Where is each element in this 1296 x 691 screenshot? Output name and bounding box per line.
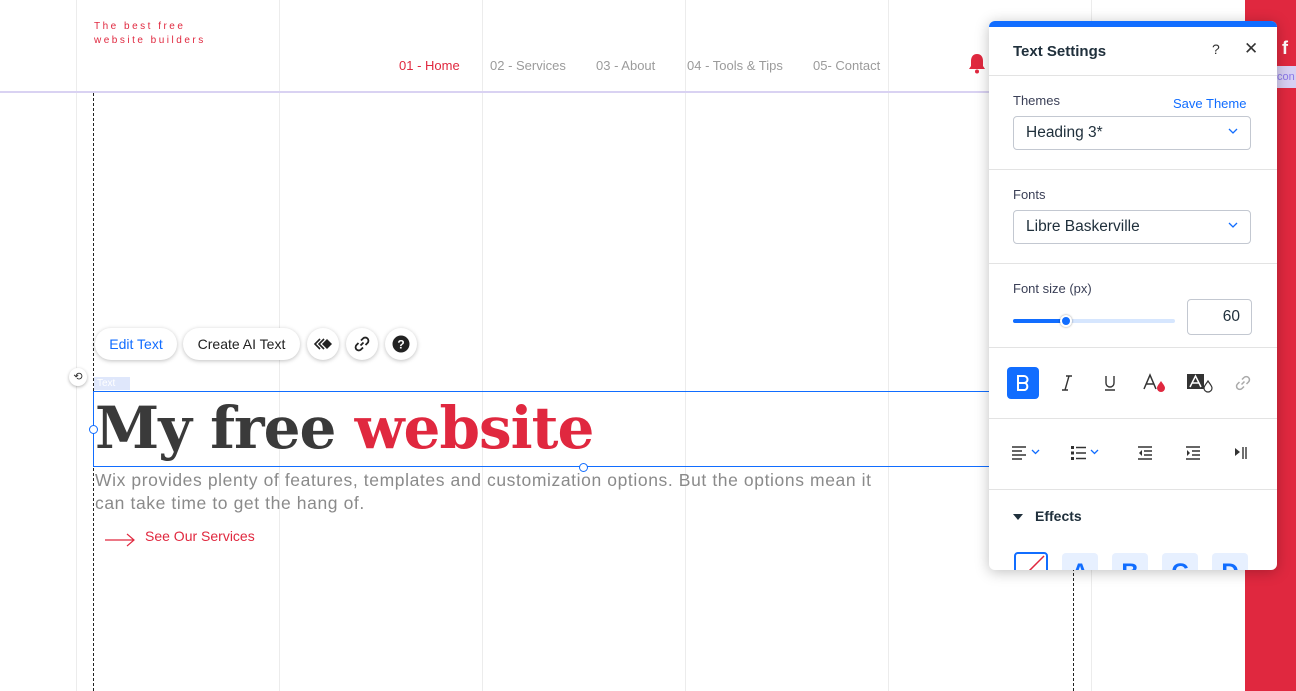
nav-services[interactable]: 02 - Services bbox=[490, 58, 566, 73]
divider bbox=[989, 347, 1277, 348]
theme-dropdown[interactable]: Heading 3* bbox=[1013, 116, 1251, 150]
effect-tile-d[interactable]: D bbox=[1212, 553, 1248, 570]
font-size-slider-fill bbox=[1013, 319, 1066, 323]
font-size-slider-thumb[interactable] bbox=[1060, 315, 1072, 327]
nav-home[interactable]: 01 - Home bbox=[399, 58, 460, 73]
decrease-indent-button[interactable] bbox=[1129, 437, 1161, 469]
bold-icon bbox=[1017, 375, 1029, 391]
align-dropdown[interactable] bbox=[1007, 437, 1051, 469]
effects-label[interactable]: Effects bbox=[1035, 508, 1082, 524]
divider bbox=[989, 263, 1277, 264]
bold-button[interactable] bbox=[1007, 367, 1039, 399]
facebook-icon[interactable]: f bbox=[1282, 38, 1288, 59]
link-text-button[interactable] bbox=[1227, 367, 1259, 399]
rotate-handle-icon[interactable]: ⟲ bbox=[69, 368, 87, 386]
logo-line-2: website builders bbox=[94, 35, 206, 46]
grid-column-line bbox=[685, 0, 686, 691]
description-text: Wix provides plenty of features, templat… bbox=[95, 470, 872, 513]
panel-help-icon[interactable]: ? bbox=[1212, 41, 1220, 57]
italic-button[interactable] bbox=[1051, 367, 1083, 399]
font-size-slider[interactable] bbox=[1013, 315, 1175, 327]
link-button[interactable] bbox=[346, 328, 378, 360]
chevron-down-icon bbox=[1228, 128, 1238, 134]
highlight-icon bbox=[1187, 374, 1213, 393]
nav-contact[interactable]: 05- Contact bbox=[813, 58, 880, 73]
animation-button[interactable] bbox=[307, 328, 339, 360]
site-logo[interactable]: The best free website builders bbox=[94, 20, 206, 48]
panel-title: Text Settings bbox=[1013, 43, 1107, 60]
highlight-button[interactable] bbox=[1184, 367, 1216, 399]
animation-icon bbox=[313, 338, 332, 350]
strip-tab[interactable]: con bbox=[1275, 66, 1296, 88]
font-dropdown[interactable]: Libre Baskerville bbox=[1013, 210, 1251, 244]
divider bbox=[989, 418, 1277, 419]
header-divider bbox=[0, 91, 990, 93]
save-theme-link[interactable]: Save Theme bbox=[1173, 96, 1246, 111]
text-color-icon bbox=[1143, 373, 1165, 392]
underline-button[interactable] bbox=[1094, 367, 1126, 399]
increase-indent-button[interactable] bbox=[1177, 437, 1209, 469]
nav-about[interactable]: 03 - About bbox=[596, 58, 655, 73]
divider bbox=[989, 489, 1277, 490]
themes-label: Themes bbox=[1013, 93, 1060, 108]
see-services-link[interactable]: See Our Services bbox=[145, 528, 255, 544]
fonts-label: Fonts bbox=[1013, 187, 1046, 202]
underline-icon bbox=[1105, 376, 1115, 391]
selection-box bbox=[93, 391, 990, 467]
font-size-input[interactable]: 60 bbox=[1187, 299, 1252, 335]
edit-text-button[interactable]: Edit Text bbox=[95, 328, 177, 360]
font-dropdown-value: Libre Baskerville bbox=[1026, 218, 1140, 235]
indent-icon bbox=[1186, 446, 1200, 460]
divider bbox=[989, 75, 1277, 76]
text-settings-panel: Text Settings ? ✕ Themes Save Theme Head… bbox=[989, 21, 1277, 570]
theme-dropdown-value: Heading 3* bbox=[1026, 124, 1103, 141]
nav-tools-tips[interactable]: 04 - Tools & Tips bbox=[687, 58, 783, 73]
align-left-icon bbox=[1012, 446, 1040, 460]
effect-tile-a[interactable]: A bbox=[1062, 553, 1098, 570]
resize-handle-left[interactable] bbox=[89, 425, 98, 434]
text-color-button[interactable] bbox=[1139, 367, 1171, 399]
chevron-down-icon bbox=[1228, 222, 1238, 228]
grid-column-line bbox=[482, 0, 483, 691]
link-icon bbox=[1235, 375, 1251, 391]
list-dropdown[interactable] bbox=[1066, 437, 1110, 469]
arrow-right-icon[interactable] bbox=[104, 531, 136, 549]
text-direction-icon bbox=[1235, 447, 1247, 459]
font-size-label: Font size (px) bbox=[1013, 281, 1092, 296]
divider bbox=[989, 169, 1277, 170]
create-ai-text-button[interactable]: Create AI Text bbox=[183, 328, 300, 360]
effect-tile-c[interactable]: C bbox=[1162, 553, 1198, 570]
outdent-icon bbox=[1138, 446, 1152, 460]
italic-icon bbox=[1062, 375, 1072, 391]
no-effect-icon bbox=[1028, 555, 1045, 570]
editor-canvas: The best free website builders 01 - Home… bbox=[0, 0, 1296, 691]
bell-icon[interactable] bbox=[967, 52, 987, 74]
grid-column-line bbox=[76, 0, 77, 691]
link-icon bbox=[354, 336, 370, 352]
grid-column-line bbox=[888, 0, 889, 691]
effect-none-tile[interactable] bbox=[1014, 552, 1048, 570]
close-icon[interactable]: ✕ bbox=[1244, 39, 1258, 59]
logo-line-1: The best free bbox=[94, 21, 186, 32]
text-direction-button[interactable] bbox=[1225, 437, 1257, 469]
help-button[interactable]: ? bbox=[385, 328, 417, 360]
effect-tile-b[interactable]: B bbox=[1112, 553, 1148, 570]
help-icon: ? bbox=[392, 335, 410, 353]
bullet-list-icon bbox=[1071, 446, 1099, 460]
svg-text:?: ? bbox=[397, 338, 404, 352]
panel-top-bar bbox=[989, 21, 1277, 27]
caret-down-icon[interactable] bbox=[1013, 514, 1023, 520]
